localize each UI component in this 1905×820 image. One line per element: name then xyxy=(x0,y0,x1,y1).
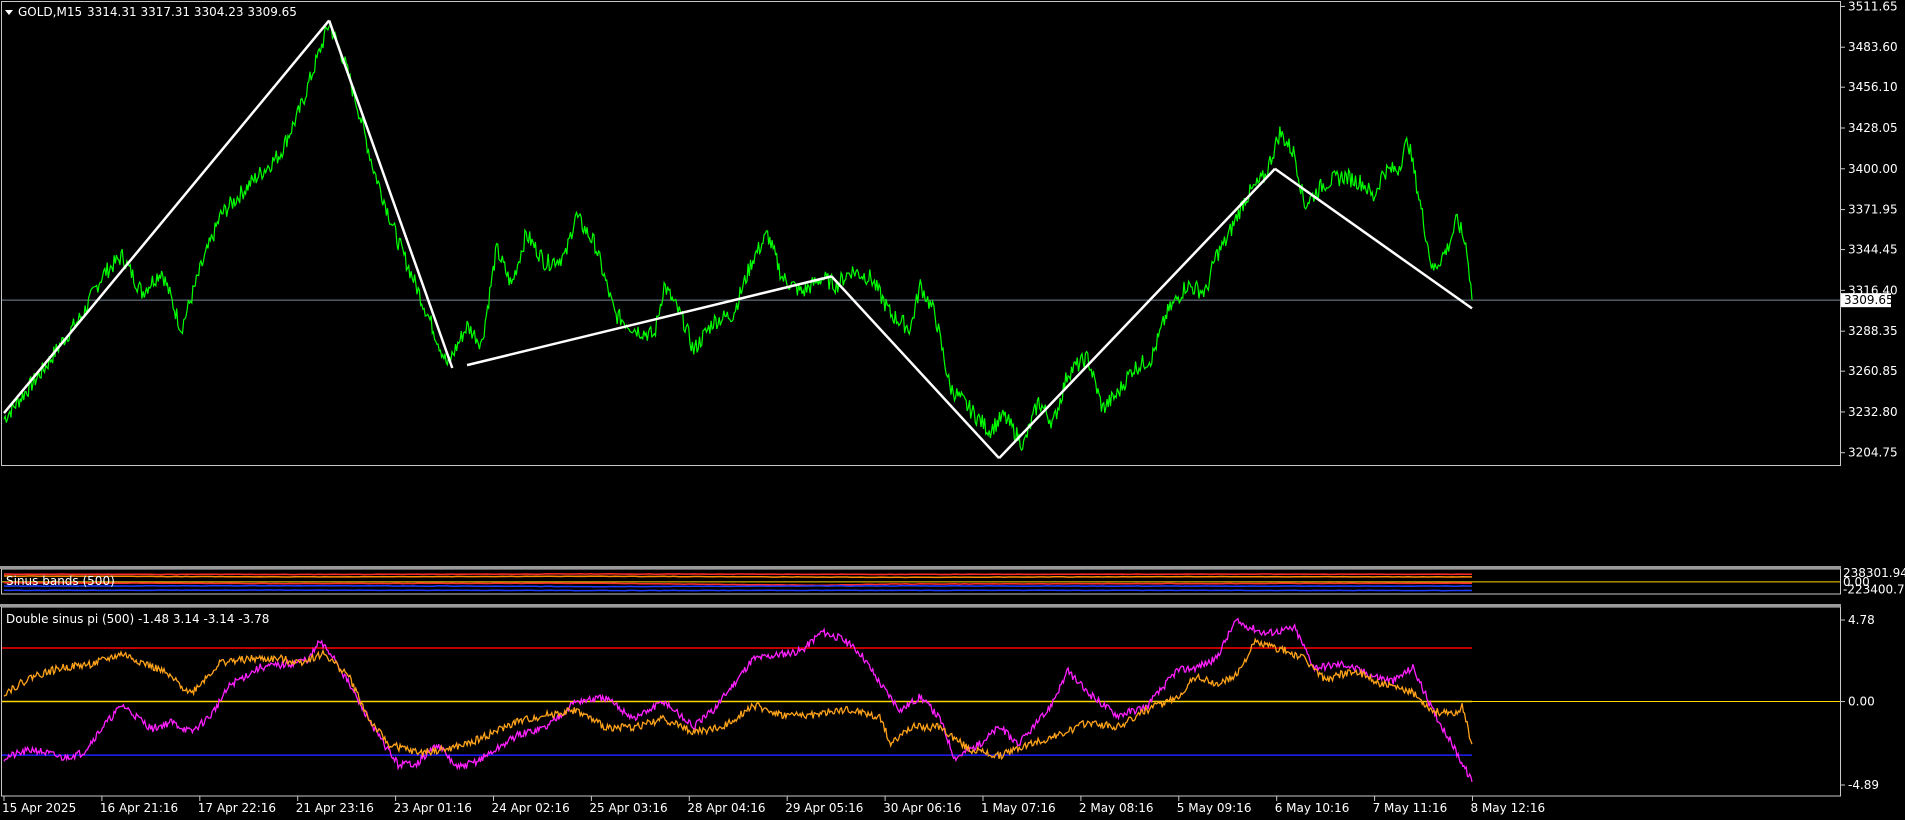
time-tick-label: 5 May 09:16 xyxy=(1177,801,1252,815)
sinus-bands-plot xyxy=(2,573,1840,592)
sinus-band-lower-red xyxy=(4,581,1473,587)
osc-tick-label: -4.89 xyxy=(1848,778,1879,792)
zigzag-segment xyxy=(998,167,1276,460)
symbol-label: GOLD,M15 xyxy=(18,5,82,19)
osc-series-magenta xyxy=(3,617,1473,782)
sinus-band-lower-blue xyxy=(3,589,1473,592)
zigzag-segment xyxy=(327,20,454,369)
triangle-down-icon[interactable] xyxy=(5,10,13,15)
price-tick-label: 3204.75 xyxy=(1848,446,1898,460)
time-tick-label: 2 May 08:16 xyxy=(1079,801,1154,815)
time-tick-label: 15 Apr 2025 xyxy=(2,801,76,815)
price-line xyxy=(3,24,1473,452)
panel-separator-1[interactable] xyxy=(0,566,1841,569)
main-panel-frame xyxy=(1,1,1841,466)
panel-separator-2[interactable] xyxy=(0,604,1841,607)
trading-chart[interactable]: 3511.65 3483.60 3456.10 3428.05 3400.00 3371.… xyxy=(0,0,1905,820)
sinus-axis: 238301.940.00-223400.74 xyxy=(1843,566,1905,596)
sinus-tick-label: -223400.74 xyxy=(1843,582,1905,596)
double-sinus-title: Double sinus pi (500) -1.48 3.14 -3.14 -… xyxy=(6,612,269,626)
price-tick-label: 3456.10 xyxy=(1848,80,1898,94)
time-tick-label: 29 Apr 05:16 xyxy=(785,801,863,815)
time-tick-label: 25 Apr 03:16 xyxy=(589,801,667,815)
time-axis[interactable]: 15 Apr 2025 16 Apr 21:16 17 Apr 22:16 21 Ap… xyxy=(2,796,1545,815)
price-tick-label: 3400.00 xyxy=(1848,162,1898,176)
osc-axis: 4.78 0.00 -4.89 xyxy=(1840,613,1879,792)
sinus-band-upper-red xyxy=(3,573,1473,576)
price-tick-label: 3344.45 xyxy=(1848,243,1898,257)
time-tick-label: 6 May 10:16 xyxy=(1275,801,1350,815)
time-tick-label: 16 Apr 21:16 xyxy=(100,801,178,815)
time-tick-label: 28 Apr 04:16 xyxy=(687,801,765,815)
sinus-bands-title: Sinus bands (500) xyxy=(6,574,115,588)
time-tick-label: 8 May 12:16 xyxy=(1471,801,1546,815)
osc-series-orange xyxy=(3,637,1473,761)
price-tick-label: 3371.95 xyxy=(1848,203,1898,217)
time-tick-label: 21 Apr 23:16 xyxy=(296,801,374,815)
zigzag-segment xyxy=(1274,167,1473,310)
price-tick-label: 3428.05 xyxy=(1848,121,1898,135)
price-plot xyxy=(2,19,1840,460)
time-tick-label: 23 Apr 01:16 xyxy=(394,801,472,815)
double-sinus-plot xyxy=(2,617,1840,782)
price-axis[interactable]: 3511.65 3483.60 3456.10 3428.05 3400.00 3371.… xyxy=(1840,0,1898,460)
time-tick-label: 17 Apr 22:16 xyxy=(198,801,276,815)
price-tick-label: 3232.80 xyxy=(1848,405,1898,419)
time-tick-label: 30 Apr 06:16 xyxy=(883,801,961,815)
sinus-band-upper-orange xyxy=(4,575,1472,579)
osc-tick-label: 0.00 xyxy=(1848,695,1875,709)
price-tick-label: 3260.85 xyxy=(1848,364,1898,378)
time-tick-label: 1 May 07:16 xyxy=(981,801,1056,815)
price-tick-label: 3288.35 xyxy=(1848,324,1898,338)
zigzag-segment xyxy=(3,19,331,414)
time-tick-label: 24 Apr 02:16 xyxy=(492,801,570,815)
time-tick-label: 7 May 11:16 xyxy=(1373,801,1448,815)
price-tick-label: 3483.60 xyxy=(1848,40,1898,54)
current-price-label: 3309.65 xyxy=(1844,293,1894,307)
osc-tick-label: 4.78 xyxy=(1848,613,1875,627)
ohlc-label: 3314.31 3317.31 3304.23 3309.65 xyxy=(87,5,297,19)
zigzag-segment xyxy=(466,275,832,367)
sinus-band-blue xyxy=(3,584,1473,588)
price-tick-label: 3511.65 xyxy=(1848,0,1898,13)
